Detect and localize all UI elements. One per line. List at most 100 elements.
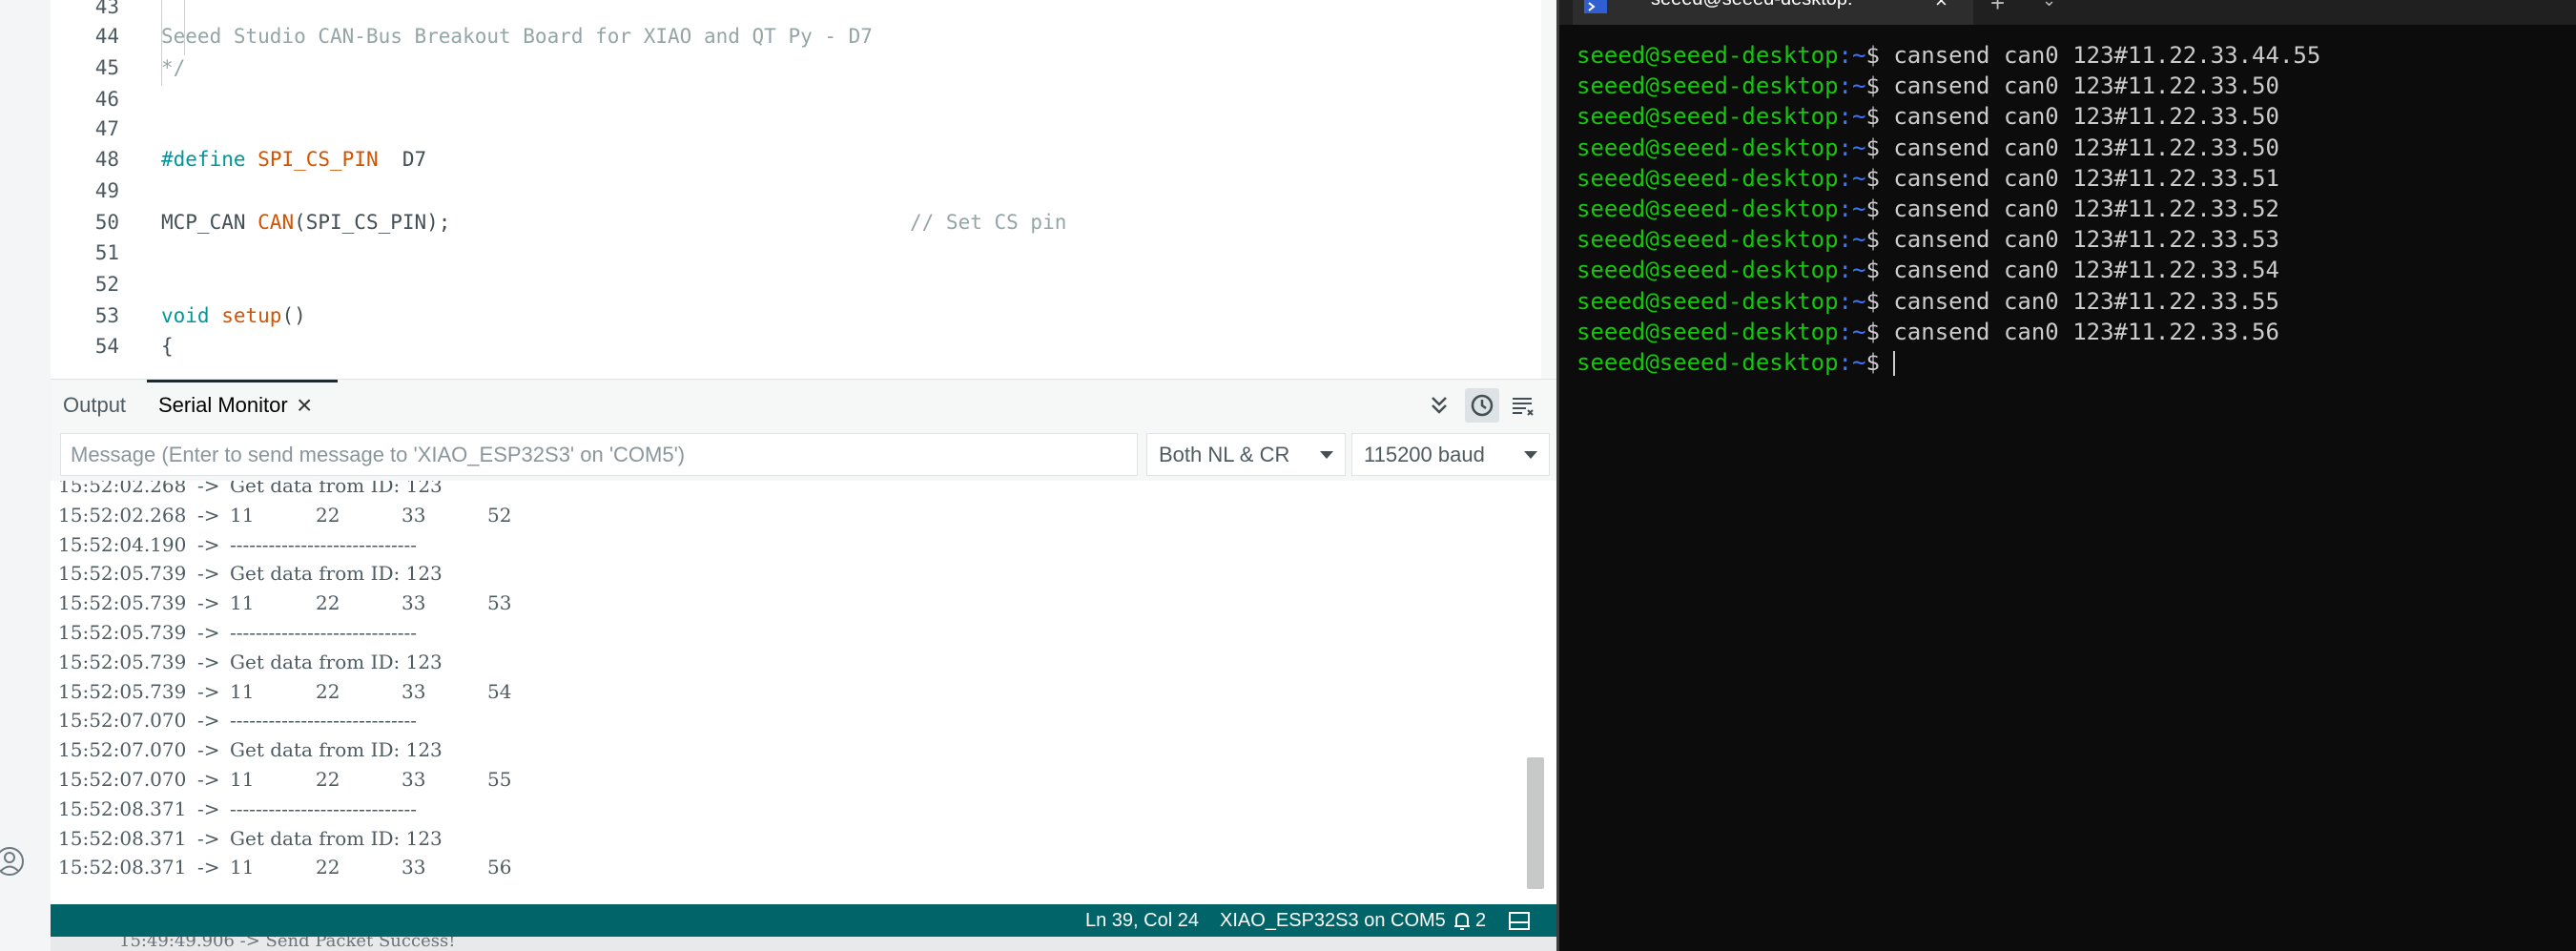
account-icon[interactable]	[0, 845, 32, 878]
terminal-command: cansend can0 123#11.22.33.50	[1893, 134, 2279, 161]
prompt-symbol: $	[1865, 195, 1894, 222]
serial-log-line: 15:52:07.070 -> 11 22 33 55	[58, 765, 573, 795]
line-ending-select[interactable]: Both NL & CR	[1146, 433, 1346, 476]
log-value: 22	[316, 856, 340, 879]
terminal-line: seeed@seeed-desktop:~$ cansend can0 123#…	[1577, 133, 2320, 163]
log-message: -----------------------------	[230, 532, 417, 556]
function-name: setup	[221, 303, 282, 327]
serial-output-scrollbar[interactable]	[1527, 757, 1544, 889]
log-arrow: ->	[197, 503, 220, 527]
tab-serial-monitor[interactable]: Serial Monitor	[158, 380, 288, 431]
line-number: 50	[94, 210, 119, 234]
editor-scrollbar[interactable]	[1541, 0, 1556, 379]
serial-log-line: 15:52:08.371 -> Get data from ID: 123	[58, 824, 443, 854]
prompt-symbol: $	[1865, 134, 1894, 161]
line-number: 47	[94, 116, 119, 140]
prompt-user-host: seeed@seeed-desktop	[1577, 72, 1839, 100]
serial-log-line: 15:52:07.070 -> --------------------------…	[58, 706, 417, 735]
log-arrow: ->	[197, 796, 220, 820]
code-text: #define SPI_CS_PIN D7	[161, 144, 426, 175]
close-tab-icon[interactable]: ×	[1935, 0, 1947, 13]
log-message: Get data from ID: 123	[230, 826, 443, 850]
line-number: 46	[94, 87, 119, 111]
log-values: 11 22 33 54	[230, 680, 573, 703]
log-value: 33	[402, 768, 426, 791]
cursor-position[interactable]: Ln 39, Col 24	[1085, 904, 1199, 937]
log-values: 11 22 33 53	[230, 591, 573, 614]
prompt-symbol: $	[1865, 42, 1894, 69]
code-editor[interactable]: 43 44 Seeed Studio CAN-Bus Breakout Board …	[51, 0, 1556, 379]
log-value: 22	[316, 503, 340, 527]
terminal-app-icon	[1584, 0, 1607, 13]
log-value: 33	[402, 856, 426, 879]
log-message: Get data from ID: 123	[230, 650, 443, 673]
terminal-window[interactable]: seeed@seeed-desktop: ~ × + ⌄ seeed@seeed…	[1556, 0, 2576, 951]
autoscroll-icon[interactable]	[1424, 390, 1454, 421]
code-text: MCP_CAN CAN(SPI_CS_PIN); // Set CS pin	[161, 207, 1066, 238]
line-number: 44	[94, 25, 119, 49]
board-port-status[interactable]: XIAO_ESP32S3 on COM5	[1220, 904, 1446, 937]
log-timestamp: 15:52:07.070	[58, 768, 187, 791]
prompt-user-host: seeed@seeed-desktop	[1577, 103, 1839, 131]
log-value: 22	[316, 591, 340, 615]
log-timestamp: 15:52:04.190	[58, 532, 187, 556]
terminal-command: cansend can0 123#11.22.33.56	[1893, 318, 2279, 345]
prompt-path: :~	[1838, 195, 1866, 222]
code-text-run: */	[161, 56, 186, 80]
prompt-user-host: seeed@seeed-desktop	[1577, 195, 1839, 222]
prompt-symbol: $	[1865, 72, 1894, 100]
new-tab-button[interactable]: +	[1990, 0, 2005, 18]
background-window-fragment: 15:49:49.906 -> Send Packet Success!	[51, 937, 1556, 951]
log-timestamp: 15:52:08.371	[58, 856, 187, 879]
prompt-user-host: seeed@seeed-desktop	[1577, 134, 1839, 161]
log-value: 22	[316, 768, 340, 791]
log-values: 11 22 33 55	[230, 768, 573, 791]
macro-name: SPI_CS_PIN	[258, 148, 379, 172]
terminal-command: cansend can0 123#11.22.33.52	[1893, 195, 2279, 222]
baud-rate-value: 115200 baud	[1364, 443, 1485, 466]
prompt-path: :~	[1838, 348, 1866, 376]
code-text: {	[161, 331, 174, 362]
notification-bell-icon[interactable]	[1453, 904, 1471, 937]
terminal-line: seeed@seeed-desktop:~$ cansend can0 123#…	[1577, 194, 2320, 224]
terminal-line: seeed@seeed-desktop:~$ cansend can0 123#…	[1577, 71, 2320, 101]
code-text-run: Seeed Studio CAN-Bus Breakout Board for …	[161, 25, 873, 49]
prompt-user-host: seeed@seeed-desktop	[1577, 348, 1839, 376]
terminal-line: seeed@seeed-desktop:~$	[1577, 347, 2320, 378]
log-message: Get data from ID: 123	[230, 481, 443, 497]
log-timestamp: 15:52:08.371	[58, 826, 187, 850]
serial-log-line: 15:52:08.371 -> --------------------------…	[58, 795, 417, 824]
close-serial-monitor-icon[interactable]: ×	[297, 380, 312, 431]
serial-log-line: 15:52:04.190 -> --------------------------…	[58, 530, 417, 560]
serial-message-input[interactable]	[60, 433, 1138, 476]
baud-rate-select[interactable]: 115200 baud	[1351, 433, 1550, 476]
terminal-tab[interactable]: seeed@seeed-desktop: ~ ×	[1573, 0, 1973, 25]
log-value: 33	[402, 503, 426, 527]
notification-count: 2	[1475, 910, 1487, 931]
terminal-command: cansend can0 123#11.22.33.53	[1893, 226, 2279, 254]
log-value: 11	[230, 768, 255, 791]
code-text: Seeed Studio CAN-Bus Breakout Board for …	[161, 21, 873, 52]
log-arrow: ->	[197, 621, 220, 644]
log-arrow: ->	[197, 481, 220, 497]
prompt-path: :~	[1838, 318, 1866, 345]
tab-output[interactable]: Output	[63, 380, 126, 431]
log-value: 55	[487, 768, 512, 791]
tab-dropdown-icon[interactable]: ⌄	[2042, 0, 2056, 10]
terminal-tab-bar: seeed@seeed-desktop: ~ × + ⌄	[1559, 0, 2576, 25]
terminal-command: cansend can0 123#11.22.33.50	[1893, 103, 2279, 131]
terminal-command: cansend can0 123#11.22.33.50	[1893, 72, 2279, 100]
log-arrow: ->	[197, 650, 220, 673]
clear-output-icon[interactable]	[1507, 390, 1537, 421]
prompt-user-host: seeed@seeed-desktop	[1577, 226, 1839, 254]
macro-value: D7	[378, 148, 427, 172]
log-message: -----------------------------	[230, 621, 417, 644]
prompt-symbol: $	[1865, 348, 1894, 376]
serial-log-line: 15:52:08.371 -> 11 22 33 56	[58, 853, 573, 882]
line-number: 45	[94, 56, 119, 80]
timestamp-clock-icon[interactable]	[1467, 390, 1497, 421]
serial-monitor-toolbar: Both NL & CR 115200 baud	[51, 430, 1556, 481]
toggle-panel-icon[interactable]	[1509, 904, 1530, 937]
log-arrow: ->	[197, 532, 220, 556]
log-message: -----------------------------	[230, 796, 417, 820]
